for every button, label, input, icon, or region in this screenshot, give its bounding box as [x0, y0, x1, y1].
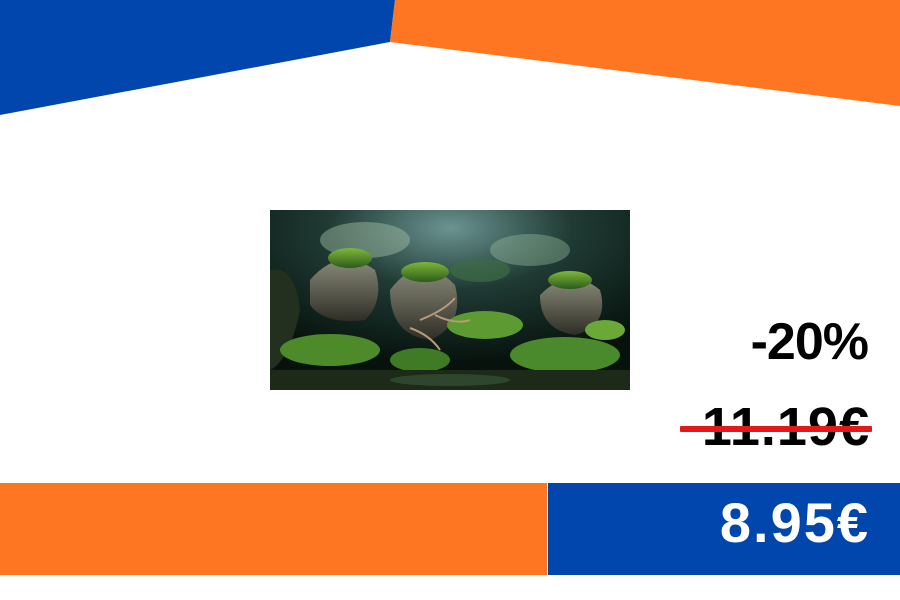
old-price-strikethrough: [680, 426, 872, 432]
bottom-orange-band: [0, 483, 547, 575]
top-blue-shape: [0, 0, 395, 115]
product-image: [270, 210, 630, 390]
discount-label: -20%: [750, 313, 869, 371]
top-orange-shape: [390, 0, 900, 106]
aquarium-background-image: [270, 210, 630, 390]
new-price: 8.95€: [719, 491, 870, 554]
